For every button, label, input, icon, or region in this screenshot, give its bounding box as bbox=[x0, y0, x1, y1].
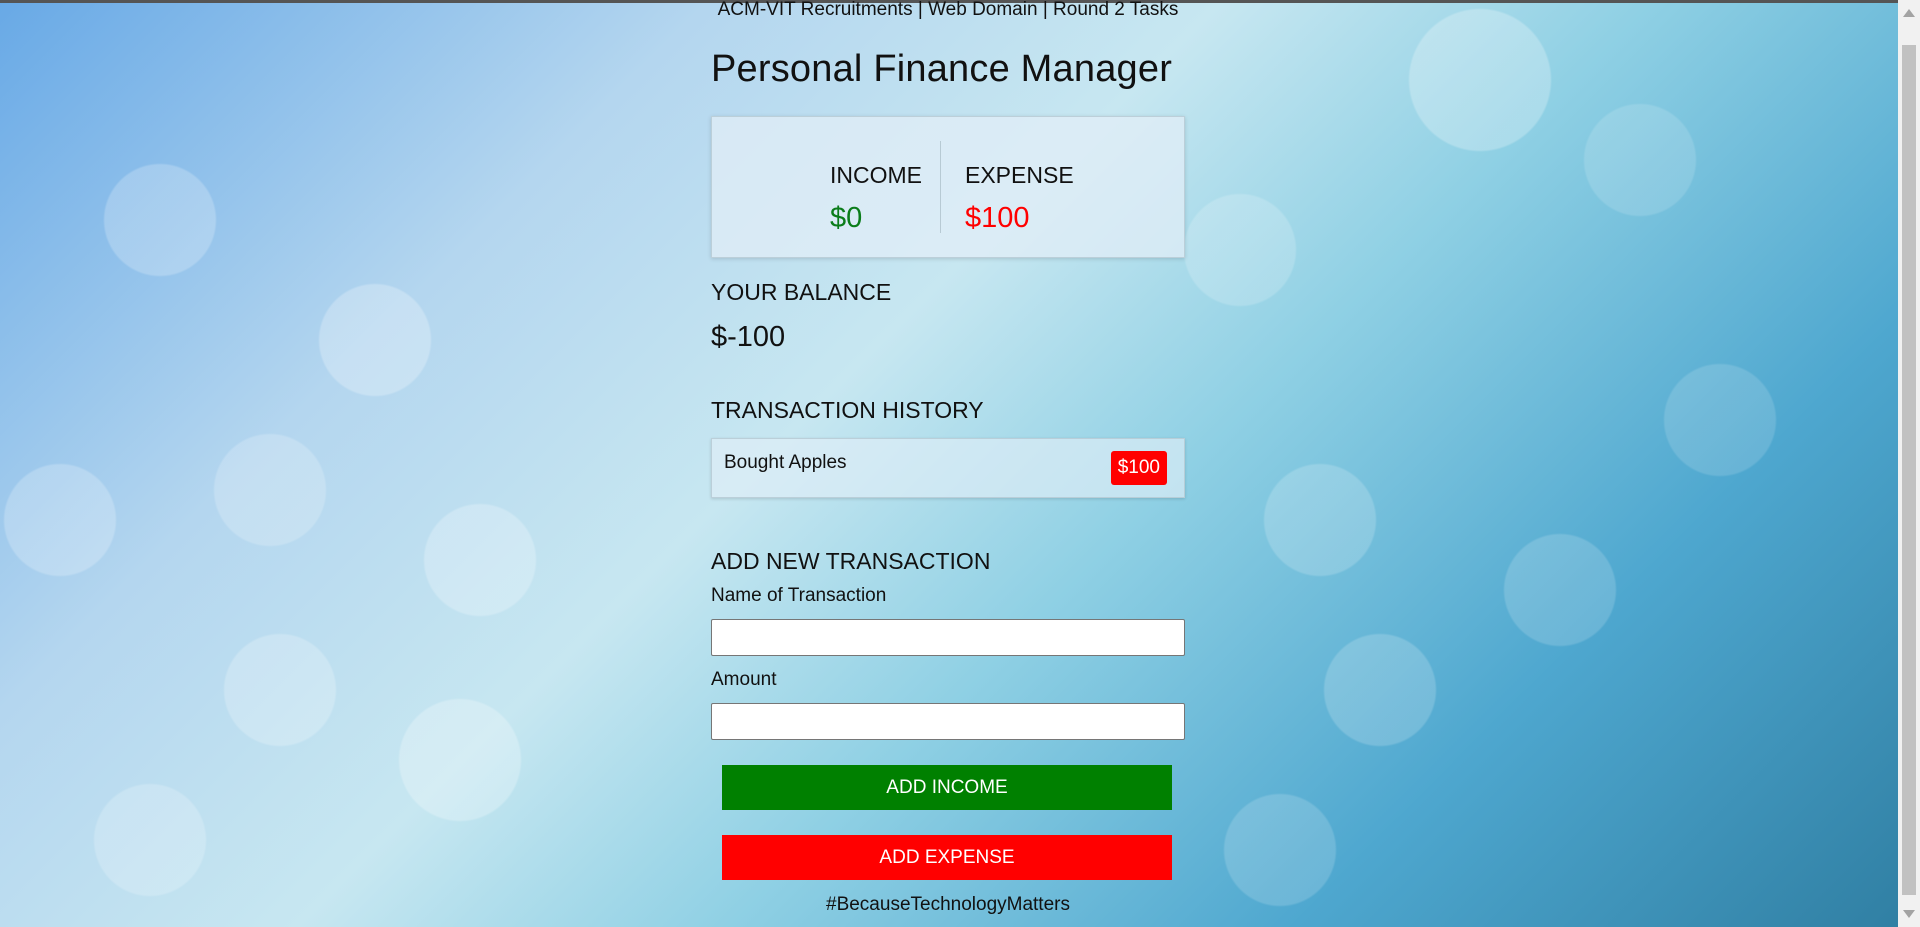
income-value: $0 bbox=[830, 202, 863, 234]
amount-input[interactable] bbox=[711, 703, 1185, 740]
vertical-scrollbar[interactable] bbox=[1898, 0, 1920, 927]
history-heading: TRANSACTION HISTORY bbox=[711, 397, 984, 423]
transaction-name-label: Name of Transaction bbox=[711, 585, 887, 606]
scroll-up-arrow-icon[interactable] bbox=[1903, 9, 1915, 17]
add-income-button[interactable]: ADD INCOME bbox=[722, 765, 1172, 810]
finance-app: ACM-VIT Recruitments | Web Domain | Roun… bbox=[711, 0, 1185, 916]
list-item: Bought Apples $100 bbox=[711, 438, 1185, 498]
footer-hashtag: #BecauseTechnologyMatters bbox=[826, 894, 1070, 915]
expense-summary: EXPENSE $100 bbox=[965, 162, 1074, 234]
page-subtitle: ACM-VIT Recruitments | Web Domain | Roun… bbox=[717, 0, 1179, 20]
amount-label: Amount bbox=[711, 669, 777, 690]
scroll-down-arrow-icon[interactable] bbox=[1903, 910, 1915, 918]
scrollbar-thumb[interactable] bbox=[1902, 45, 1916, 895]
transaction-name: Bought Apples bbox=[724, 452, 847, 473]
summary-divider bbox=[940, 141, 941, 233]
transaction-amount-badge: $100 bbox=[1110, 451, 1167, 485]
income-expense-summary: INCOME $0 EXPENSE $100 bbox=[711, 116, 1185, 258]
balance-value: $-100 bbox=[711, 321, 786, 353]
balance-heading: YOUR BALANCE bbox=[711, 279, 892, 305]
expense-label: EXPENSE bbox=[965, 162, 1074, 188]
expense-value: $100 bbox=[965, 202, 1030, 234]
page-title: Personal Finance Manager bbox=[711, 48, 1173, 90]
add-transaction-heading: ADD NEW TRANSACTION bbox=[711, 548, 991, 574]
add-expense-button[interactable]: ADD EXPENSE bbox=[722, 835, 1172, 880]
transaction-name-input[interactable] bbox=[711, 619, 1185, 656]
income-summary: INCOME $0 bbox=[830, 162, 922, 234]
income-label: INCOME bbox=[830, 162, 922, 188]
